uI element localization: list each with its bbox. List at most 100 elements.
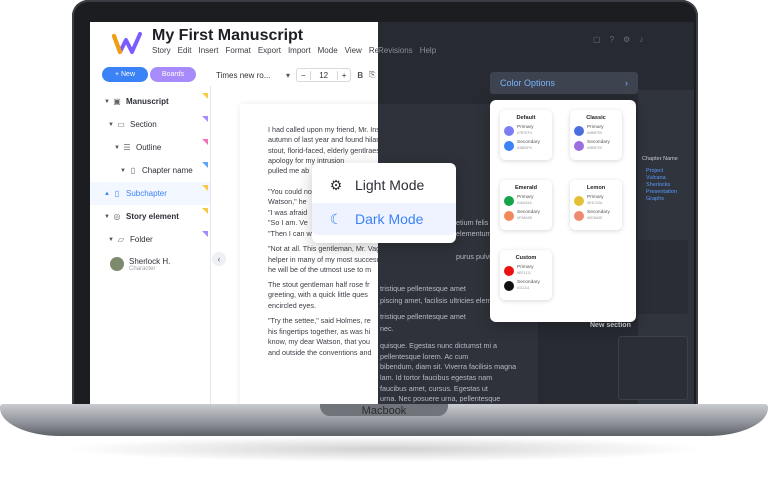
new-section-box[interactable] (618, 336, 688, 400)
color-theme-card-custom[interactable]: Custom Primary #EE1111 Secondary #111111 (500, 250, 552, 300)
help-icon[interactable]: ? (610, 35, 614, 44)
menu-item[interactable]: Help (420, 46, 436, 55)
sidebar-item-character[interactable]: Sherlock H. Character (90, 251, 210, 277)
sidebar-item-label: Folder (130, 235, 153, 244)
primary-swatch[interactable] (574, 195, 584, 206)
paragraph-line[interactable]: know, my dear Watson, that you (268, 337, 378, 348)
bold-icon[interactable]: B (357, 71, 363, 80)
new-section-label[interactable]: New section (590, 322, 631, 329)
paragraph-line[interactable]: helper in many of my most succesnisl ame… (268, 255, 378, 266)
sidebar-item-manuscript[interactable]: ▼ ▣ Manuscript (90, 90, 210, 113)
paragraph-line-dark[interactable]: bibendum, diam sit. Viverra facilisis ma… (380, 362, 516, 373)
paragraph-line[interactable]: greeting, with a quick little ques (268, 290, 378, 301)
sidebar-item-section[interactable]: ▼ ▭ Section (90, 113, 210, 136)
sidebar-item-story-element[interactable]: ▼ ◎ Story element (90, 205, 210, 228)
primary-hex: #4B6FE0 (587, 131, 602, 135)
folder-icon: ▱ (117, 235, 125, 244)
settings-icon[interactable]: ⚙ (623, 35, 630, 44)
paragraph-line[interactable]: autumn of last year and found hilam dict… (268, 135, 378, 146)
increase-size-button[interactable]: + (338, 71, 351, 80)
paragraph-line[interactable]: he will be of the utmost use to m (268, 265, 378, 276)
document-title[interactable]: My First Manuscript (152, 27, 303, 45)
menu-item[interactable]: Insert (198, 46, 218, 55)
menu-bar: Story Edit Insert Format Export Import Mode Vie… (152, 46, 378, 55)
light-mode-option[interactable]: ⚙ Light Mode (312, 169, 456, 201)
secondary-swatch[interactable] (574, 210, 584, 221)
right-panel-card (630, 240, 688, 314)
primary-swatch[interactable] (504, 125, 514, 136)
sidebar-item-label: Chapter name (142, 166, 193, 175)
menu-item[interactable]: Export (258, 46, 281, 55)
paragraph-line-dark[interactable]: urna. Nec posuere urna, pellentesque (380, 394, 500, 405)
paragraph-line[interactable]: "Try the settee," said Holmes, re (268, 316, 378, 327)
sidebar-item-chapter[interactable]: ▼ ▯ Chapter name (90, 159, 210, 182)
bell-icon[interactable]: ♪ (639, 35, 643, 44)
font-size-stepper[interactable]: − 12 + (296, 68, 352, 82)
avatar (110, 257, 124, 271)
paragraph-line-dark[interactable]: lam. Id tortor faucibus egestas nam (380, 373, 492, 384)
right-panel-item[interactable]: Graphs (646, 196, 677, 203)
paragraph-line[interactable]: his fingertips together, as was hi (268, 327, 378, 338)
sidebar-item-outline[interactable]: ▼ ☰ Outline (90, 136, 210, 159)
secondary-swatch[interactable] (504, 140, 514, 151)
secondary-swatch[interactable] (574, 140, 584, 151)
color-theme-card-emerald[interactable]: Emerald Primary #16A34A Secondary #F08A5D (500, 180, 552, 230)
boards-button[interactable]: Boards (150, 67, 196, 82)
chevron-right-icon: › (625, 78, 628, 88)
secondary-hex: #EE8A6E (587, 216, 603, 220)
primary-swatch[interactable] (504, 265, 514, 276)
paragraph-line[interactable]: The stout gentleman half rose fr (268, 280, 378, 291)
primary-hex: #E4C03A (587, 201, 603, 205)
menu-item[interactable]: Format (225, 46, 250, 55)
menu-item[interactable]: Import (288, 46, 311, 55)
font-select[interactable]: Times new ro... (216, 71, 280, 80)
paragraph-line-dark[interactable]: elementum (456, 229, 492, 240)
primary-swatch[interactable] (574, 125, 584, 136)
paragraph-line-dark[interactable]: nec. (380, 324, 394, 335)
paragraph-line-dark[interactable]: pellentesque lorem. Ac cum (380, 352, 468, 363)
secondary-swatch[interactable] (504, 210, 514, 221)
paragraph-line[interactable]: encircled eyes. (268, 301, 378, 312)
primary-swatch[interactable] (504, 195, 514, 206)
collapse-sidebar-button[interactable]: ‹ (212, 252, 226, 266)
color-theme-card-classic[interactable]: Classic Primary #4B6FE0 Secondary #9B6FE0 (570, 110, 622, 160)
font-size-value[interactable]: 12 (309, 70, 338, 80)
user-circle-icon: ◎ (113, 212, 121, 221)
menu-item[interactable]: Story (152, 46, 171, 55)
color-options-header[interactable]: Color Options › (490, 72, 638, 94)
color-tag (202, 185, 208, 191)
dark-mode-option[interactable]: ☾ Dark Mode (312, 203, 456, 235)
paragraph-line-dark[interactable]: tristique pellentesque amet (380, 312, 466, 323)
right-panel-list: Project Vulcana Sherlocks Presentation Graph… (646, 168, 677, 203)
menu-item[interactable]: Mode (318, 46, 338, 55)
chevron-down-icon: ▾ (286, 70, 291, 80)
menu-item[interactable]: Revisions (378, 46, 413, 55)
right-panel-item[interactable]: Vulcana (646, 175, 677, 182)
menu-item[interactable]: Edit (178, 46, 192, 55)
menu-item[interactable]: Revisions (369, 46, 378, 55)
right-panel-item[interactable]: Sherlocks (646, 182, 677, 189)
color-theme-card-lemon[interactable]: Lemon Primary #E4C03A Secondary #EE8A6E (570, 180, 622, 230)
secondary-swatch[interactable] (504, 280, 514, 291)
paragraph-line-dark[interactable]: faucibus amet, cursus. Egestas ut (380, 384, 488, 395)
color-tag (202, 208, 208, 214)
right-panel-item[interactable]: Presentation (646, 189, 677, 196)
paragraph-line[interactable]: "Not at all. This gentleman, Mr. Vagnis … (268, 244, 378, 255)
sidebar-item-folder[interactable]: ▼ ▱ Folder (90, 228, 210, 251)
paragraph-line[interactable]: stout, florid-faced, elderly gentlraesen… (268, 146, 378, 157)
paragraph-line[interactable]: and outside the conventions and (268, 348, 378, 359)
paragraph-line-dark[interactable]: tristique pellentesque amet (380, 284, 466, 295)
app-screen: My First Manuscript Story Edit Insert Forma… (90, 22, 694, 408)
paragraph-line-dark[interactable]: quisque. Egestas nunc dictumst mi a (380, 341, 497, 352)
color-theme-card-default[interactable]: Default Primary #7B7EF4 Secondary #3B82F6 (500, 110, 552, 160)
sidebar-item-subchapter[interactable]: ▲ ▯ Subchapter (90, 182, 210, 205)
paste-icon[interactable]: ⎘ (369, 70, 375, 80)
format-toolbar: Times new ro... ▾ − 12 + B ⎘ (216, 68, 376, 82)
decrease-size-button[interactable]: − (297, 71, 310, 80)
paragraph-line[interactable]: I had called upon my friend, Mr. Insecte… (268, 125, 378, 136)
secondary-row: Secondary #3B82F6 (504, 140, 548, 151)
document-icon[interactable]: ▢ (593, 35, 601, 44)
right-panel-item[interactable]: Project (646, 168, 677, 175)
new-button[interactable]: + New (102, 67, 148, 82)
menu-item[interactable]: View (345, 46, 362, 55)
